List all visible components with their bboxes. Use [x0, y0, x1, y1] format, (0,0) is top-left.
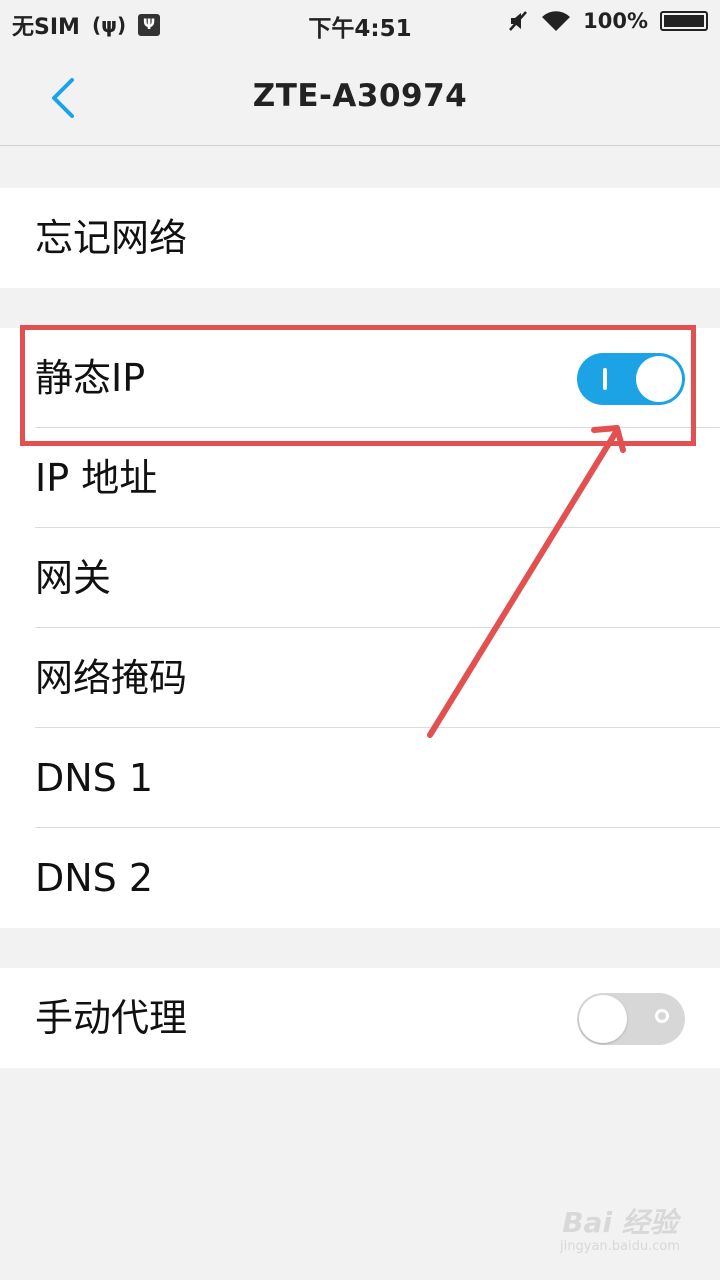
- toggle-knob: [579, 995, 627, 1043]
- dns2-label: DNS 2: [35, 856, 154, 900]
- battery-icon: [660, 11, 708, 31]
- netmask-label: 网络掩码: [35, 656, 188, 700]
- app-bar: ZTE-A30974: [0, 50, 720, 146]
- dns1-item[interactable]: DNS 1: [0, 728, 720, 828]
- forget-network-group: 忘记网络: [0, 188, 720, 288]
- dns1-label: DNS 1: [35, 756, 154, 800]
- mute-icon: [509, 11, 528, 31]
- manual-proxy-label: 手动代理: [35, 996, 188, 1040]
- gateway-label: 网关: [35, 556, 112, 600]
- netmask-item[interactable]: 网络掩码: [0, 628, 720, 728]
- battery-percent: 100%: [583, 9, 648, 33]
- status-right: 100%: [507, 9, 708, 33]
- dns2-item[interactable]: DNS 2: [0, 828, 720, 928]
- baidu-watermark: Bai 经验 jingyan.baidu.com: [560, 1201, 680, 1254]
- watermark-brand: Bai 经验: [562, 1206, 678, 1239]
- page-title: ZTE-A30974: [252, 78, 468, 114]
- watermark-url: jingyan.baidu.com: [560, 1239, 680, 1254]
- forget-network-label: 忘记网络: [35, 216, 188, 260]
- forget-network-item[interactable]: 忘记网络: [0, 188, 720, 288]
- manual-proxy-toggle[interactable]: [577, 993, 685, 1045]
- wifi-icon: [542, 11, 571, 31]
- proxy-group: 手动代理: [0, 968, 720, 1068]
- gateway-item[interactable]: 网关: [0, 528, 720, 628]
- manual-proxy-item[interactable]: 手动代理: [0, 968, 720, 1068]
- annotation-highlight-box: [20, 325, 696, 446]
- status-bar: 无SIM (ψ) Ψ 下午4:51 100%: [0, 0, 720, 50]
- toggle-off-mark-icon: [655, 1009, 669, 1023]
